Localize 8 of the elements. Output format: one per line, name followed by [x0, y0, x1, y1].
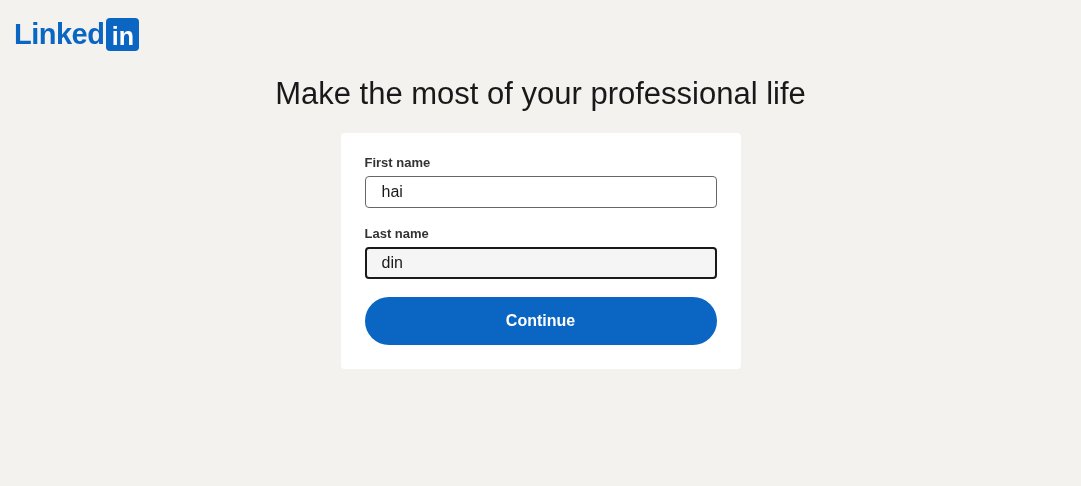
- input-field[interactable]: din: [364, 247, 717, 279]
- input-field[interactable]: hai: [364, 176, 717, 208]
- logo-text: Linked: [14, 18, 105, 51]
- page-title: Make the most of your professional life: [274, 76, 807, 112]
- field-label: Last name: [364, 226, 430, 241]
- logo-badge: in: [106, 18, 140, 51]
- field-label: First name: [364, 155, 432, 170]
- continue-button[interactable]: Continue: [364, 297, 717, 345]
